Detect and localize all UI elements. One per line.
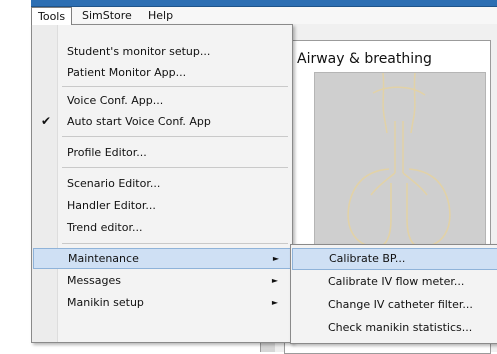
menu-item-manikin-setup[interactable]: Manikin setup ► bbox=[33, 292, 290, 313]
menu-separator bbox=[62, 243, 288, 244]
menu-tools[interactable]: Tools bbox=[31, 7, 73, 25]
tools-dropdown-menu: Student's monitor setup... Patient Monit… bbox=[31, 24, 293, 343]
submenu-item-label: Change IV catheter filter... bbox=[328, 298, 473, 311]
submenu-item-check-manikin-statistics[interactable]: Check manikin statistics... bbox=[292, 317, 497, 339]
menu-help[interactable]: Help bbox=[142, 7, 179, 24]
menu-bar: Tools SimStore Help bbox=[31, 7, 497, 25]
menu-item-trend-editor[interactable]: Trend editor... bbox=[33, 217, 290, 238]
menu-item-voice-conf-app[interactable]: Voice Conf. App... bbox=[33, 90, 290, 111]
lungs-outline-icon bbox=[347, 72, 451, 248]
submenu-arrow-icon: ► bbox=[272, 254, 279, 263]
menu-item-label: Scenario Editor... bbox=[67, 177, 161, 190]
submenu-item-calibrate-iv-flow-meter[interactable]: Calibrate IV flow meter... bbox=[292, 271, 497, 293]
airway-anatomy-image bbox=[314, 72, 486, 249]
menu-separator bbox=[62, 167, 288, 168]
submenu-arrow-icon: ► bbox=[271, 298, 278, 307]
submenu-item-calibrate-bp[interactable]: Calibrate BP... bbox=[292, 248, 497, 270]
menu-item-profile-editor[interactable]: Profile Editor... bbox=[33, 142, 290, 163]
menu-item-label: Voice Conf. App... bbox=[67, 94, 164, 107]
submenu-item-label: Calibrate IV flow meter... bbox=[328, 275, 465, 288]
check-icon: ✔ bbox=[41, 114, 52, 128]
menu-item-label: Student's monitor setup... bbox=[67, 45, 211, 58]
menu-item-label: Profile Editor... bbox=[67, 146, 147, 159]
menu-item-label: Manikin setup bbox=[67, 296, 144, 309]
menu-item-students-monitor-setup[interactable]: Student's monitor setup... bbox=[33, 41, 290, 62]
window-title-strip bbox=[31, 0, 497, 7]
menu-item-auto-start-voice-conf[interactable]: ✔ Auto start Voice Conf. App bbox=[33, 111, 290, 132]
menu-separator bbox=[62, 86, 288, 87]
menu-item-label: Handler Editor... bbox=[67, 199, 156, 212]
menu-item-label: Patient Monitor App... bbox=[67, 66, 187, 79]
submenu-item-change-iv-catheter-filter[interactable]: Change IV catheter filter... bbox=[292, 294, 497, 316]
menu-item-maintenance[interactable]: Maintenance ► bbox=[33, 248, 292, 269]
maintenance-submenu: Calibrate BP... Calibrate IV flow meter.… bbox=[290, 244, 497, 344]
airway-panel-title: Airway & breathing bbox=[297, 51, 432, 67]
menu-item-label: Messages bbox=[67, 274, 121, 287]
menu-item-label: Trend editor... bbox=[67, 221, 143, 234]
menu-item-label: Auto start Voice Conf. App bbox=[67, 115, 211, 128]
menu-simstore[interactable]: SimStore bbox=[76, 7, 138, 24]
submenu-item-label: Check manikin statistics... bbox=[328, 321, 473, 334]
submenu-item-label: Calibrate BP... bbox=[329, 252, 406, 265]
menu-item-patient-monitor-app[interactable]: Patient Monitor App... bbox=[33, 62, 290, 83]
menu-item-scenario-editor[interactable]: Scenario Editor... bbox=[33, 173, 290, 194]
menu-item-messages[interactable]: Messages ► bbox=[33, 270, 290, 291]
menu-separator bbox=[62, 136, 288, 137]
menu-item-label: Maintenance bbox=[68, 252, 139, 265]
menu-item-handler-editor[interactable]: Handler Editor... bbox=[33, 195, 290, 216]
submenu-arrow-icon: ► bbox=[271, 276, 278, 285]
